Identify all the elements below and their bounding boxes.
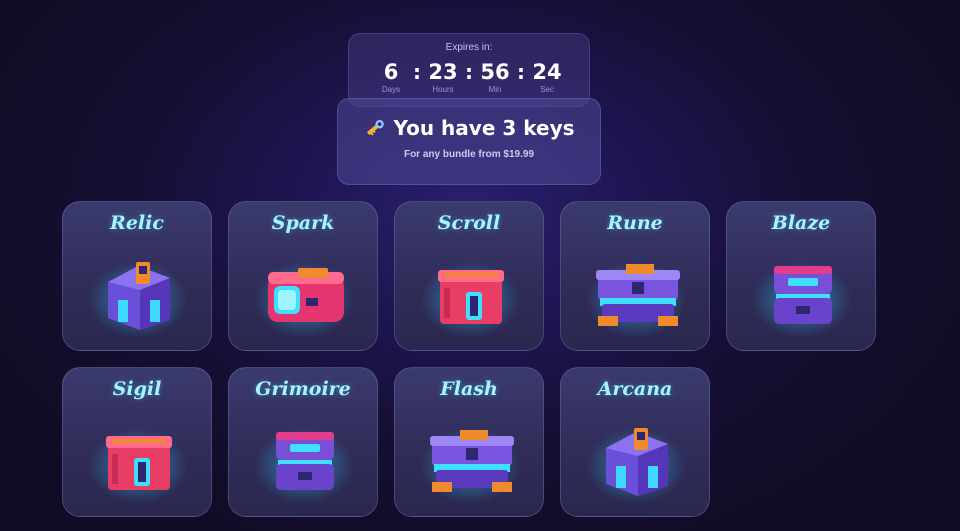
- timer-separator: :: [517, 60, 525, 84]
- chest-card-rune[interactable]: Rune: [560, 201, 710, 351]
- timer-minutes-value: 56: [480, 60, 510, 84]
- timer-days-value: 6: [383, 60, 399, 84]
- timer-hours-value: 23: [428, 60, 458, 84]
- chest-icon: [244, 408, 364, 508]
- chest-card-relic[interactable]: Relic: [62, 201, 212, 351]
- chest-card-grimoire[interactable]: Grimoire: [228, 367, 378, 517]
- chest-card-scroll[interactable]: Scroll: [394, 201, 544, 351]
- chest-name: Scroll: [437, 212, 501, 234]
- chest-icon: [576, 408, 696, 508]
- chest-icon: [410, 242, 530, 342]
- timer-hours-caption: Hours: [432, 85, 454, 94]
- chest-name: Flash: [440, 378, 498, 400]
- chest-icon: [78, 408, 198, 508]
- chest-icon: [244, 242, 364, 342]
- keys-title-row: You have 3 keys: [338, 114, 600, 142]
- timer-minutes-caption: Min: [488, 85, 502, 94]
- chest-card-flash[interactable]: Flash: [394, 367, 544, 517]
- chest-card-arcana[interactable]: Arcana: [560, 367, 710, 517]
- chest-name: Rune: [607, 212, 663, 234]
- timer-seconds-value: 24: [532, 60, 562, 84]
- chest-card-blaze[interactable]: Blaze: [726, 201, 876, 351]
- timer-seconds: 24 Sec: [529, 59, 565, 95]
- chest-name: Sigil: [112, 378, 162, 400]
- key-icon: [363, 116, 387, 140]
- timer-minutes: 56 Min: [477, 59, 513, 95]
- timer-separator: :: [465, 60, 473, 84]
- chest-name: Blaze: [771, 212, 831, 234]
- chest-icon: [78, 242, 198, 342]
- chest-icon: [742, 242, 862, 342]
- chest-name: Relic: [110, 212, 164, 234]
- timer-label: Expires in:: [445, 42, 493, 53]
- chest-icon: [410, 408, 530, 508]
- countdown-timer: Expires in: 6 Days : 23 Hours : 56 Min :…: [348, 33, 590, 107]
- chest-name: Grimoire: [255, 378, 351, 400]
- timer-hours: 23 Hours: [425, 59, 461, 95]
- chest-name: Arcana: [597, 378, 673, 400]
- timer-days-caption: Days: [381, 85, 401, 94]
- timer-days: 6 Days: [373, 59, 409, 95]
- chest-icon: [576, 242, 696, 342]
- keys-panel: You have 3 keys For any bundle from $19.…: [337, 98, 601, 185]
- chest-card-sigil[interactable]: Sigil: [62, 367, 212, 517]
- keys-subtitle: For any bundle from $19.99: [403, 149, 535, 160]
- chest-name: Spark: [271, 212, 335, 234]
- timer-seconds-caption: Sec: [540, 85, 554, 94]
- timer-separator: :: [413, 60, 421, 84]
- chest-card-spark[interactable]: Spark: [228, 201, 378, 351]
- keys-title: You have 3 keys: [393, 116, 575, 140]
- timer-row: 6 Days : 23 Hours : 56 Min : 24 Sec: [349, 59, 589, 99]
